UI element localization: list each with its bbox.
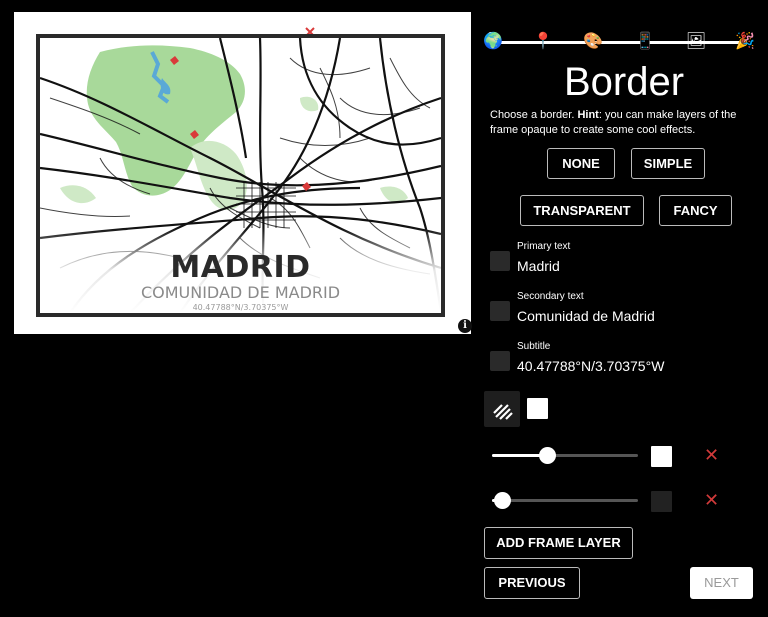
palette-icon[interactable]: 🎨 (582, 30, 604, 52)
secondary-text-label: Secondary text (517, 291, 584, 302)
hint-bold: Hint (577, 109, 599, 121)
border-none-button[interactable]: NONE (547, 148, 615, 179)
frame-layer-2-slider[interactable] (492, 499, 638, 502)
frame-layer-1: ✕ (490, 444, 730, 468)
frame-layer-2-thumb[interactable] (493, 492, 511, 509)
border-fancy-button[interactable]: FANCY (659, 195, 732, 226)
next-button[interactable]: NEXT (690, 567, 753, 599)
frame-icon[interactable]: 🖼 (685, 30, 707, 52)
subtitle-label: Subtitle (517, 341, 551, 352)
secondary-text-checkbox[interactable] (490, 301, 510, 321)
step-progress: 🌍 📍 🎨 📱 🖼 🎉 (482, 30, 758, 54)
add-frame-layer-button[interactable]: ADD FRAME LAYER (484, 527, 633, 559)
frame-layer-1-color[interactable] (651, 446, 672, 467)
secondary-text-value[interactable]: Comunidad de Madrid (517, 307, 655, 325)
globe-icon[interactable]: 🌍 (482, 30, 504, 52)
subtitle-checkbox[interactable] (490, 351, 510, 371)
secondary-text-row: Secondary text Comunidad de Madrid (490, 291, 760, 331)
subtitle-value[interactable]: 40.47788°N/3.70375°W (517, 357, 664, 375)
previous-button[interactable]: PREVIOUS (484, 567, 580, 599)
map-frame: MADRID COMUNIDAD DE MADRID 40.47788°N/3.… (36, 34, 445, 317)
frame-layer-1-remove-icon[interactable]: ✕ (704, 444, 719, 468)
border-transparent-button[interactable]: TRANSPARENT (520, 195, 644, 226)
subtitle-row: Subtitle 40.47788°N/3.70375°W (490, 341, 760, 381)
hatch-icon (493, 404, 513, 420)
map-subtitle-text: 40.47788°N/3.70375°W (192, 303, 289, 312)
panel-heading: Border (563, 60, 685, 104)
hint-lead: Choose a border. (490, 109, 578, 121)
phone-icon[interactable]: 📱 (634, 30, 656, 52)
primary-text-label: Primary text (517, 241, 571, 252)
pin-icon[interactable]: 📍 (532, 30, 554, 52)
map-title-block: MADRID COMUNIDAD DE MADRID 40.47788°N/3.… (40, 250, 441, 313)
border-simple-button[interactable]: SIMPLE (631, 148, 705, 179)
party-popper-icon[interactable]: 🎉 (734, 30, 756, 52)
map-primary-text: MADRID (170, 250, 311, 285)
primary-text-row: Primary text Madrid (490, 241, 760, 281)
background-color-swatch[interactable] (527, 398, 548, 419)
info-icon[interactable]: i (458, 319, 472, 333)
frame-layer-2: ✕ (490, 489, 730, 513)
panel-hint: Choose a border. Hint: you can make laye… (490, 108, 762, 138)
map-preview: MADRID COMUNIDAD DE MADRID 40.47788°N/3.… (14, 12, 472, 334)
map-secondary-text: COMUNIDAD DE MADRID (140, 283, 341, 302)
frame-layer-2-color[interactable] (651, 491, 672, 512)
hatch-pattern-button[interactable] (484, 391, 520, 427)
primary-text-checkbox[interactable] (490, 251, 510, 271)
page: MADRID COMUNIDAD DE MADRID 40.47788°N/3.… (0, 0, 768, 617)
primary-text-value[interactable]: Madrid (517, 257, 560, 275)
frame-layer-1-thumb[interactable] (538, 447, 556, 464)
frame-layer-1-slider[interactable] (492, 454, 638, 457)
frame-layer-2-remove-icon[interactable]: ✕ (704, 489, 719, 513)
